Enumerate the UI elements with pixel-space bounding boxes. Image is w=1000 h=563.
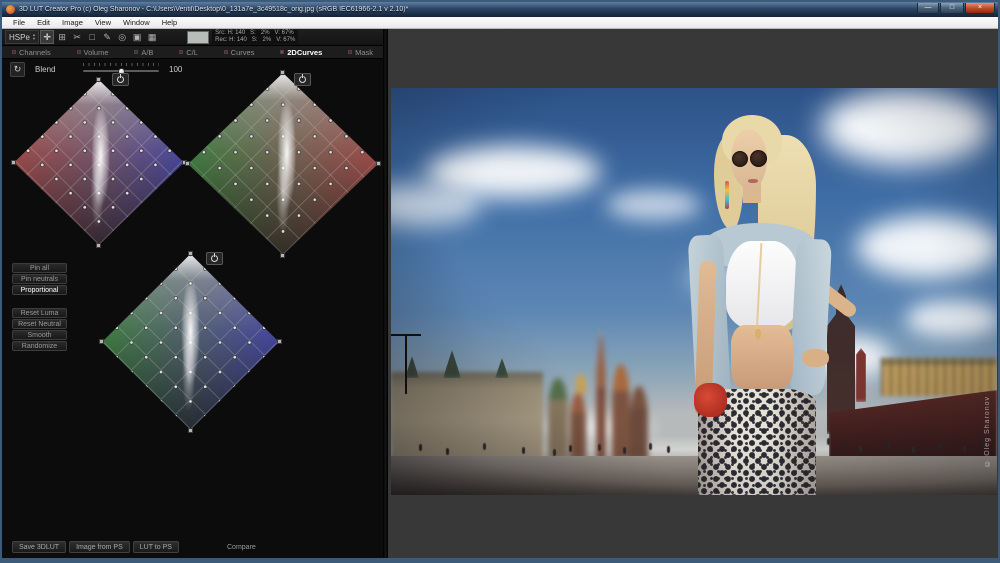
red-blue-grid-surface[interactable] [14,80,184,245]
pin-all-button[interactable]: Pin all [12,263,67,273]
grid-handle[interactable] [96,77,101,82]
compare-label[interactable]: Compare [227,544,256,551]
mode-spinner[interactable]: ▴ ▾ [33,33,35,41]
watermark: © Oleg Sharonov [984,396,991,467]
randomize-button[interactable]: Randomize [12,341,67,351]
tab-curves[interactable]: Curves [224,48,255,57]
menu-image[interactable]: Image [56,18,89,27]
proportional-button[interactable]: Proportional [12,285,67,295]
grid-handle[interactable] [376,161,381,166]
result-hsv-readout: Rec: H: 140 S: 2% V: 67% [215,37,295,44]
green-red-grid[interactable] [188,73,378,255]
grid-handle[interactable] [188,251,193,256]
grid-handle[interactable] [99,339,104,344]
red-blue-grid[interactable] [14,80,184,245]
pin-buttons-group: Pin all Pin neutrals Proportional Reset … [12,263,67,352]
tab-bullet-icon [12,50,16,54]
grid-tool-icon[interactable]: ▦ [145,30,159,44]
source-hsv-readout: Src: H: 140 S: 2% V: 67% [215,30,295,37]
move-tool-icon[interactable]: ✛ [40,30,54,44]
color-swatch [187,31,209,44]
smooth-button[interactable]: Smooth [12,330,67,340]
power-toggle-green-blue[interactable] [206,252,223,265]
menu-bar: File Edit Image View Window Help [2,17,998,29]
tab-channels[interactable]: Channels [12,48,51,57]
menu-help[interactable]: Help [156,18,183,27]
zoom-tool-icon[interactable]: ◎ [115,30,129,44]
tools-panel: HSPe ▴ ▾ ✛ ⊞ ✂ □ ✎ ◎ ▣ ▦ Src: H: 140 S: … [2,29,383,558]
maximize-button[interactable]: □ [940,3,964,14]
tab-bullet-icon [224,50,228,54]
image-preview[interactable]: © Oleg Sharonov [391,88,997,495]
tab-cl[interactable]: C/L [179,48,198,57]
tab-bullet-icon [280,50,284,54]
curves-canvas: Pin all Pin neutrals Proportional Reset … [2,79,383,558]
expand-tool-icon[interactable]: ⊞ [55,30,69,44]
photo-vignette [391,88,997,495]
mode-selector[interactable]: HSPe ▴ ▾ [5,30,39,44]
app-window: 3D LUT Creator Pro (c) Oleg Sharonov - C… [0,0,1000,563]
preview-panel: © Oleg Sharonov [388,29,998,558]
bottom-bar: Save 3DLUT Image from PS LUT to PS Compa… [2,536,383,558]
menu-edit[interactable]: Edit [31,18,56,27]
app-icon [6,5,15,14]
tab-bullet-icon [134,50,138,54]
color-readout: Src: H: 140 S: 2% V: 67% Rec: H: 140 S: … [212,30,298,44]
marquee-tool-icon[interactable]: □ [85,30,99,44]
slider-ticks [83,63,159,66]
reset-luma-button[interactable]: Reset Luma [12,308,67,318]
reset-blend-icon[interactable]: ↻ [10,62,25,77]
grid-handle[interactable] [280,253,285,258]
toolbar: HSPe ▴ ▾ ✛ ⊞ ✂ □ ✎ ◎ ▣ ▦ Src: H: 140 S: … [2,29,383,46]
grid-handle[interactable] [277,339,282,344]
image-from-ps-button[interactable]: Image from PS [69,541,130,553]
menu-file[interactable]: File [7,18,31,27]
save-3dlut-button[interactable]: Save 3DLUT [12,541,66,553]
mode-label: HSPe [9,33,30,42]
tab-bar: Channels Volume A/B C/L Curves 2DCurves … [2,46,383,59]
close-button[interactable]: × [965,3,995,14]
tab-bullet-icon [179,50,183,54]
power-icon [211,255,218,262]
grid-handle[interactable] [96,243,101,248]
blend-label: Blend [35,65,63,74]
reset-neutral-button[interactable]: Reset Neutral [12,319,67,329]
grid-handle[interactable] [11,160,16,165]
tab-bullet-icon [77,50,81,54]
grid-handle[interactable] [188,428,193,433]
grid-handle[interactable] [185,161,190,166]
menu-window[interactable]: Window [117,18,156,27]
minimize-button[interactable]: — [917,3,939,14]
lut-to-ps-button[interactable]: LUT to PS [133,541,179,553]
menu-view[interactable]: View [89,18,117,27]
green-red-grid-surface[interactable] [188,73,378,255]
crop-tool-icon[interactable]: ▣ [130,30,144,44]
tab-volume[interactable]: Volume [77,48,109,57]
green-blue-grid[interactable] [102,254,279,430]
tab-ab[interactable]: A/B [134,48,153,57]
blend-value: 100 [169,65,182,74]
pin-neutrals-button[interactable]: Pin neutrals [12,274,67,284]
power-toggle-green-red[interactable] [294,73,311,86]
power-icon [299,76,306,83]
spinner-down-icon[interactable]: ▾ [33,37,35,41]
eyedropper-tool-icon[interactable]: ✎ [100,30,114,44]
green-blue-grid-surface[interactable] [102,254,279,430]
power-toggle-red-blue[interactable] [112,73,129,86]
title-bar[interactable]: 3D LUT Creator Pro (c) Oleg Sharonov - C… [2,2,998,17]
power-icon [117,76,124,83]
tab-mask[interactable]: Mask [348,48,373,57]
tab-bullet-icon [348,50,352,54]
grid-handle[interactable] [280,70,285,75]
window-title: 3D LUT Creator Pro (c) Oleg Sharonov - C… [19,6,408,13]
tab-2dcurves[interactable]: 2DCurves [280,48,322,57]
cut-tool-icon[interactable]: ✂ [70,30,84,44]
